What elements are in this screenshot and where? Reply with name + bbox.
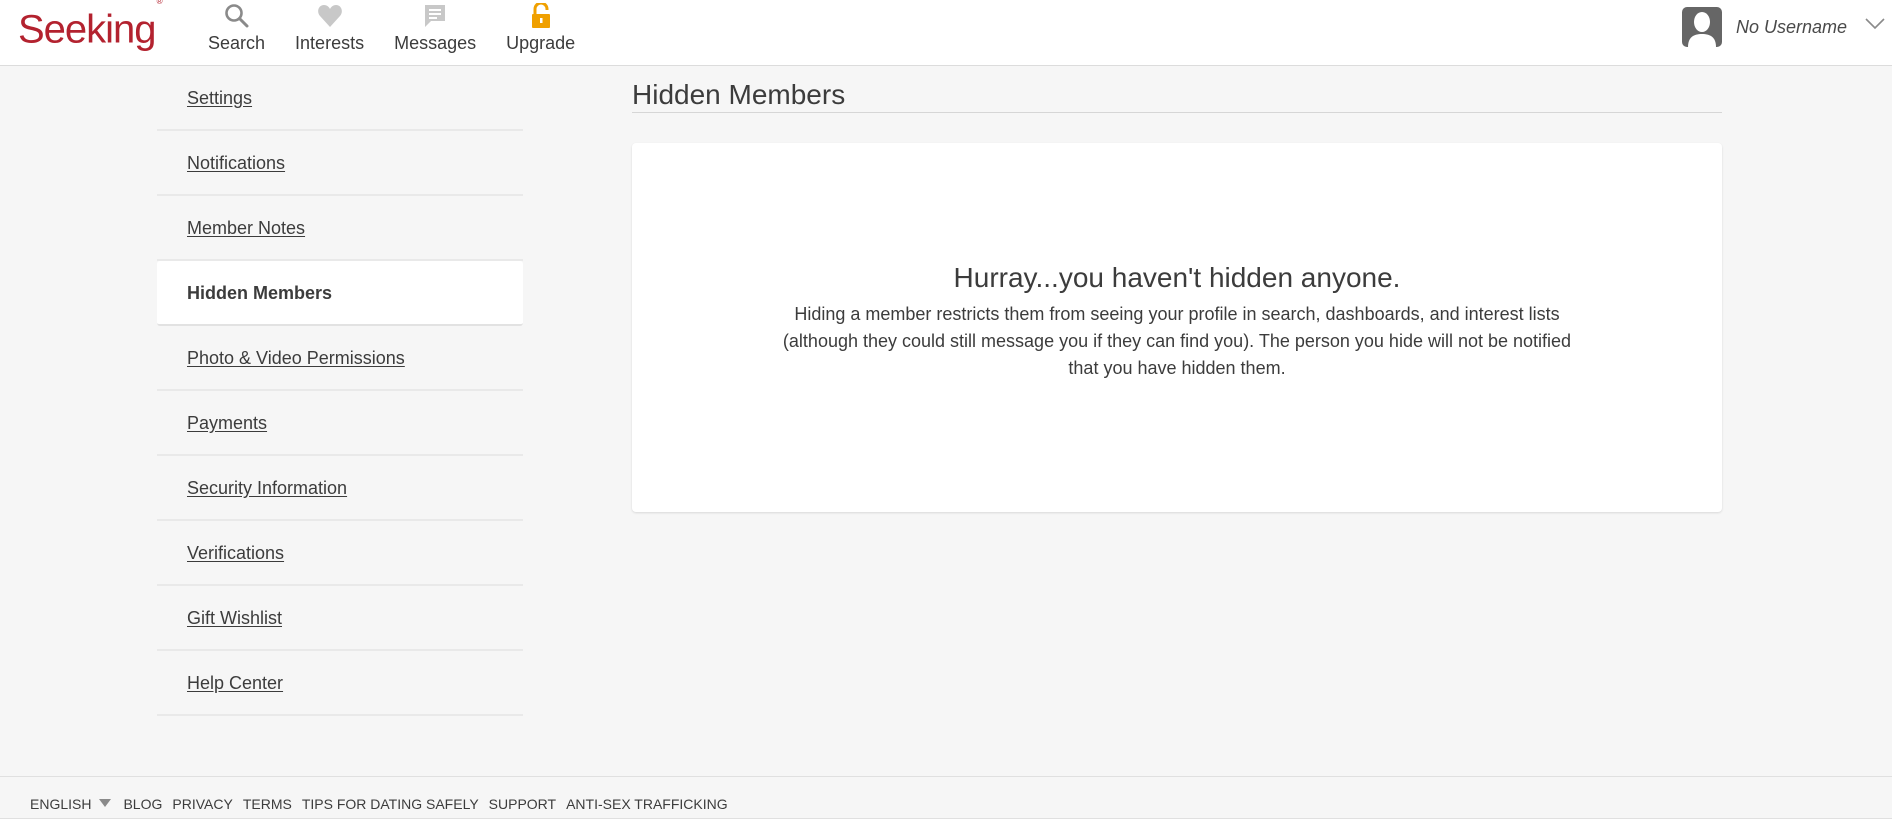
footer-link-terms[interactable]: Terms [243,796,292,812]
logo-text: Seeking [18,7,157,52]
nav-interests-label: Interests [295,33,365,53]
footer-divider [0,776,1892,777]
language-label[interactable]: English [30,796,91,812]
footer-link-blog[interactable]: Blog [123,796,162,812]
footer-link-anti-sex-trafficking[interactable]: Anti-Sex Trafficking [566,796,728,812]
sidebar-item-verifications[interactable]: Verifications [157,521,523,586]
main-content: Hidden Members Hurray...you haven't hidd… [632,66,1722,512]
sidebar-link[interactable]: Gift Wishlist [187,608,282,629]
sidebar-link[interactable]: Security Information [187,478,347,499]
empty-state-description: Hiding a member restricts them from seei… [782,304,1572,378]
search-icon [224,1,250,31]
username: No Username [1736,16,1848,37]
footer-bottom-strip [0,818,1892,828]
settings-sidebar: Settings Notifications Member Notes Hidd… [157,66,523,716]
heart-icon [317,1,343,31]
footer-link-support[interactable]: Support [489,796,556,812]
top-header: Seeking® Search Interests Messages Upgra… [0,0,1892,66]
footer: English Blog Privacy Terms Tips for Dati… [30,795,738,813]
message-icon [423,1,447,31]
sidebar-item-photo-video-permissions[interactable]: Photo & Video Permissions [157,326,523,391]
nav-upgrade[interactable]: Upgrade [506,0,575,66]
registered-mark: ® [156,0,163,6]
nav-messages-label: Messages [394,33,477,53]
avatar-silhouette-icon [1682,7,1722,47]
main-nav: Search Interests Messages Upgrade [208,0,605,66]
sidebar-item-gift-wishlist[interactable]: Gift Wishlist [157,586,523,651]
sidebar-item-member-notes[interactable]: Member Notes [157,196,523,261]
nav-upgrade-label: Upgrade [506,33,576,53]
sidebar-link-active[interactable]: Hidden Members [187,283,332,304]
sidebar-link[interactable]: Photo & Video Permissions [187,348,405,369]
sidebar-link[interactable]: Member Notes [187,218,305,239]
sidebar-item-payments[interactable]: Payments [157,391,523,456]
sidebar-link[interactable]: Notifications [187,153,285,174]
sidebar-link[interactable]: Settings [187,88,252,109]
language-selector[interactable]: English [30,795,112,813]
page-title: Hidden Members [632,66,1722,113]
nav-search-label: Search [208,33,266,53]
sidebar-link[interactable]: Verifications [187,543,284,564]
sidebar-link[interactable]: Payments [187,413,267,434]
unlock-icon [531,1,551,31]
sidebar-item-settings[interactable]: Settings [157,66,523,131]
empty-state-card: Hurray...you haven't hidden anyone. Hidi… [632,143,1722,512]
sidebar-item-notifications[interactable]: Notifications [157,131,523,196]
user-menu[interactable]: No Username [1682,7,1885,47]
chevron-down-icon [1865,17,1885,35]
nav-search[interactable]: Search [208,0,265,66]
nav-interests[interactable]: Interests [295,0,364,66]
footer-link-tips-for-dating-safely[interactable]: Tips for Dating Safely [302,796,479,812]
sidebar-item-hidden-members[interactable]: Hidden Members [157,261,523,326]
sidebar-item-security-information[interactable]: Security Information [157,456,523,521]
empty-state-heading: Hurray...you haven't hidden anyone. [953,262,1401,293]
sidebar-link[interactable]: Help Center [187,673,283,694]
sidebar-item-help-center[interactable]: Help Center [157,651,523,716]
footer-link-privacy[interactable]: Privacy [172,796,232,812]
nav-messages[interactable]: Messages [394,0,476,66]
caret-down-icon [99,795,112,813]
seeking-logo[interactable]: Seeking® [18,0,163,53]
